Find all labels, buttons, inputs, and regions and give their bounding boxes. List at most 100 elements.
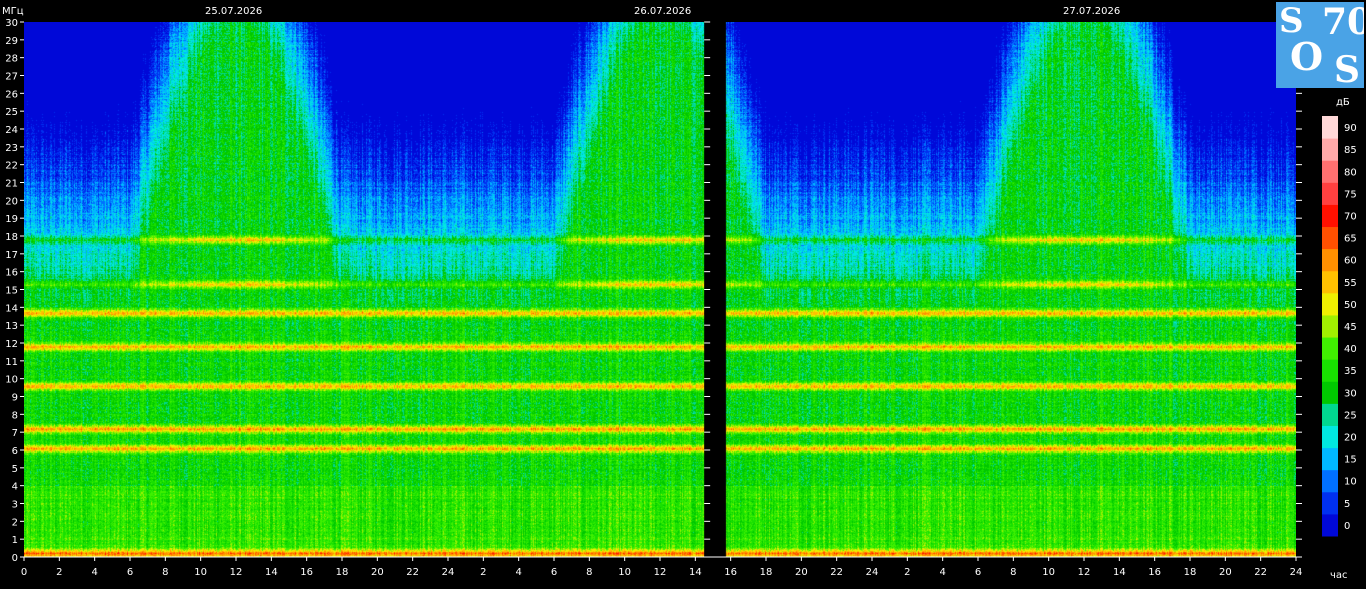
- colorbar-tick-label: 85: [1344, 145, 1357, 156]
- colorbar-segment: [1322, 403, 1338, 426]
- x-tick-label: 24: [1290, 567, 1303, 578]
- colorbar-tick-label: 40: [1344, 344, 1357, 355]
- y-tick-label: 28: [5, 54, 18, 65]
- x-tick-label: 4: [515, 567, 521, 578]
- y-tick-label: 4: [12, 482, 18, 493]
- y-tick-label: 11: [5, 357, 18, 368]
- colorbar-segment: [1322, 204, 1338, 228]
- x-tick-label: 14: [689, 567, 702, 578]
- y-axis-label: МГц: [2, 6, 24, 17]
- y-tick-label: 25: [5, 107, 18, 118]
- colorbar-segment: [1322, 182, 1338, 205]
- colorbar-segment: [1322, 469, 1338, 493]
- colorbar-tick-label: 35: [1344, 366, 1357, 377]
- heatmap-canvas: [24, 22, 1296, 557]
- colorbar-tick-label: 25: [1344, 410, 1357, 421]
- y-tick-label: 24: [5, 125, 18, 136]
- logo-letter: S: [1279, 2, 1304, 41]
- y-tick-label: 8: [12, 410, 18, 421]
- y-tick-label: 23: [5, 143, 18, 154]
- y-tick-label: 30: [5, 18, 18, 29]
- x-tick-label: 18: [336, 567, 349, 578]
- colorbar: 0 5 10 15 20 25 30 35 40 45 50 55 60 65 70 75 80 85 90: [1322, 116, 1357, 537]
- x-tick-label: 22: [1254, 567, 1267, 578]
- x-tick-label: 4: [939, 567, 945, 578]
- x-tick-label: 20: [795, 567, 808, 578]
- x-tick-label: 16: [1148, 567, 1161, 578]
- y-tick-label: 21: [5, 179, 18, 190]
- y-tick-label: 18: [5, 232, 18, 243]
- x-tick-label: 2: [480, 567, 486, 578]
- x-tick-label: 8: [1010, 567, 1016, 578]
- x-tick-label: 20: [371, 567, 384, 578]
- y-tick-label: 15: [5, 286, 18, 297]
- colorbar-segment: [1322, 359, 1338, 382]
- colorbar-segment: [1322, 226, 1338, 250]
- colorbar-segment: [1322, 381, 1338, 404]
- x-tick-label: 24: [442, 567, 455, 578]
- colorbar-tick-label: 80: [1344, 167, 1357, 178]
- heatmap-canvas-holder: [24, 22, 1296, 557]
- colorbar-tick-label: 30: [1344, 388, 1357, 399]
- logo-letter: S: [1334, 49, 1360, 88]
- colorbar-segment: [1322, 248, 1338, 272]
- y-tick-label: 20: [5, 196, 18, 207]
- x-tick-label: 12: [230, 567, 243, 578]
- heatmap-area: [24, 22, 1296, 557]
- x-tick-label: 6: [975, 567, 981, 578]
- colorbar-segment: [1322, 447, 1338, 471]
- colorbar-tick-label: 60: [1344, 256, 1357, 267]
- y-tick-label: 5: [12, 464, 18, 475]
- colorbar-segment: [1322, 491, 1338, 515]
- x-tick-label: 4: [91, 567, 97, 578]
- y-tick-label: 27: [5, 72, 18, 83]
- y-tick-label: 26: [5, 89, 18, 100]
- logo-letter: O: [1290, 34, 1324, 79]
- date-label: 25.07.2026: [205, 6, 262, 17]
- y-tick-label: 16: [5, 268, 18, 279]
- y-tick-label: 1: [12, 535, 18, 546]
- colorbar-tick-label: 65: [1344, 234, 1357, 245]
- x-tick-label: 10: [1042, 567, 1055, 578]
- colorbar-segment: [1322, 425, 1338, 449]
- y-tick-label: 6: [12, 446, 18, 457]
- x-tick-label: 8: [162, 567, 168, 578]
- x-tick-label: 6: [551, 567, 557, 578]
- x-tick-label: 10: [618, 567, 631, 578]
- x-tick-label: 22: [830, 567, 843, 578]
- colorbar-tick-label: 70: [1344, 211, 1357, 222]
- x-tick-label: 2: [56, 567, 62, 578]
- colorbar-tick-label: 10: [1344, 477, 1357, 488]
- x-tick-label: 24: [866, 567, 879, 578]
- colorbar-segment: [1322, 116, 1338, 139]
- colorbar-segment: [1322, 138, 1338, 161]
- y-tick-label: 14: [5, 303, 18, 314]
- date-label: 27.07.2026: [1063, 6, 1120, 17]
- x-tick-label: 22: [406, 567, 419, 578]
- colorbar-segment: [1322, 292, 1338, 316]
- y-tick-label: 9: [12, 393, 18, 404]
- y-tick-label: 19: [5, 214, 18, 225]
- y-tick-label: 10: [5, 375, 18, 386]
- colorbar-segment: [1322, 270, 1338, 294]
- colorbar-tick-label: 20: [1344, 433, 1357, 444]
- spectrogram-chart: 0123456789101112131415161718192021222324…: [2, 6, 1357, 581]
- colorbar-tick-label: 55: [1344, 278, 1357, 289]
- x-tick-label: 12: [1078, 567, 1091, 578]
- y-tick-label: 29: [5, 36, 18, 47]
- y-tick-label: 0: [12, 553, 18, 564]
- colorbar-tick-label: 15: [1344, 455, 1357, 466]
- x-tick-label: 18: [1184, 567, 1197, 578]
- colorbar-tick-label: 90: [1344, 123, 1357, 134]
- y-tick-label: 2: [12, 517, 18, 528]
- colorbar-segment: [1322, 513, 1338, 537]
- colorbar-unit: дБ: [1336, 97, 1350, 108]
- y-tick-label: 17: [5, 250, 18, 261]
- x-axis-label: час: [1330, 570, 1348, 581]
- colorbar-tick-label: 5: [1344, 499, 1350, 510]
- colorbar-tick-label: 50: [1344, 300, 1357, 311]
- colorbar-tick-label: 45: [1344, 322, 1357, 333]
- y-tick-label: 12: [5, 339, 18, 350]
- colorbar-tick-label: 75: [1344, 189, 1357, 200]
- logo-number: 70: [1322, 2, 1364, 43]
